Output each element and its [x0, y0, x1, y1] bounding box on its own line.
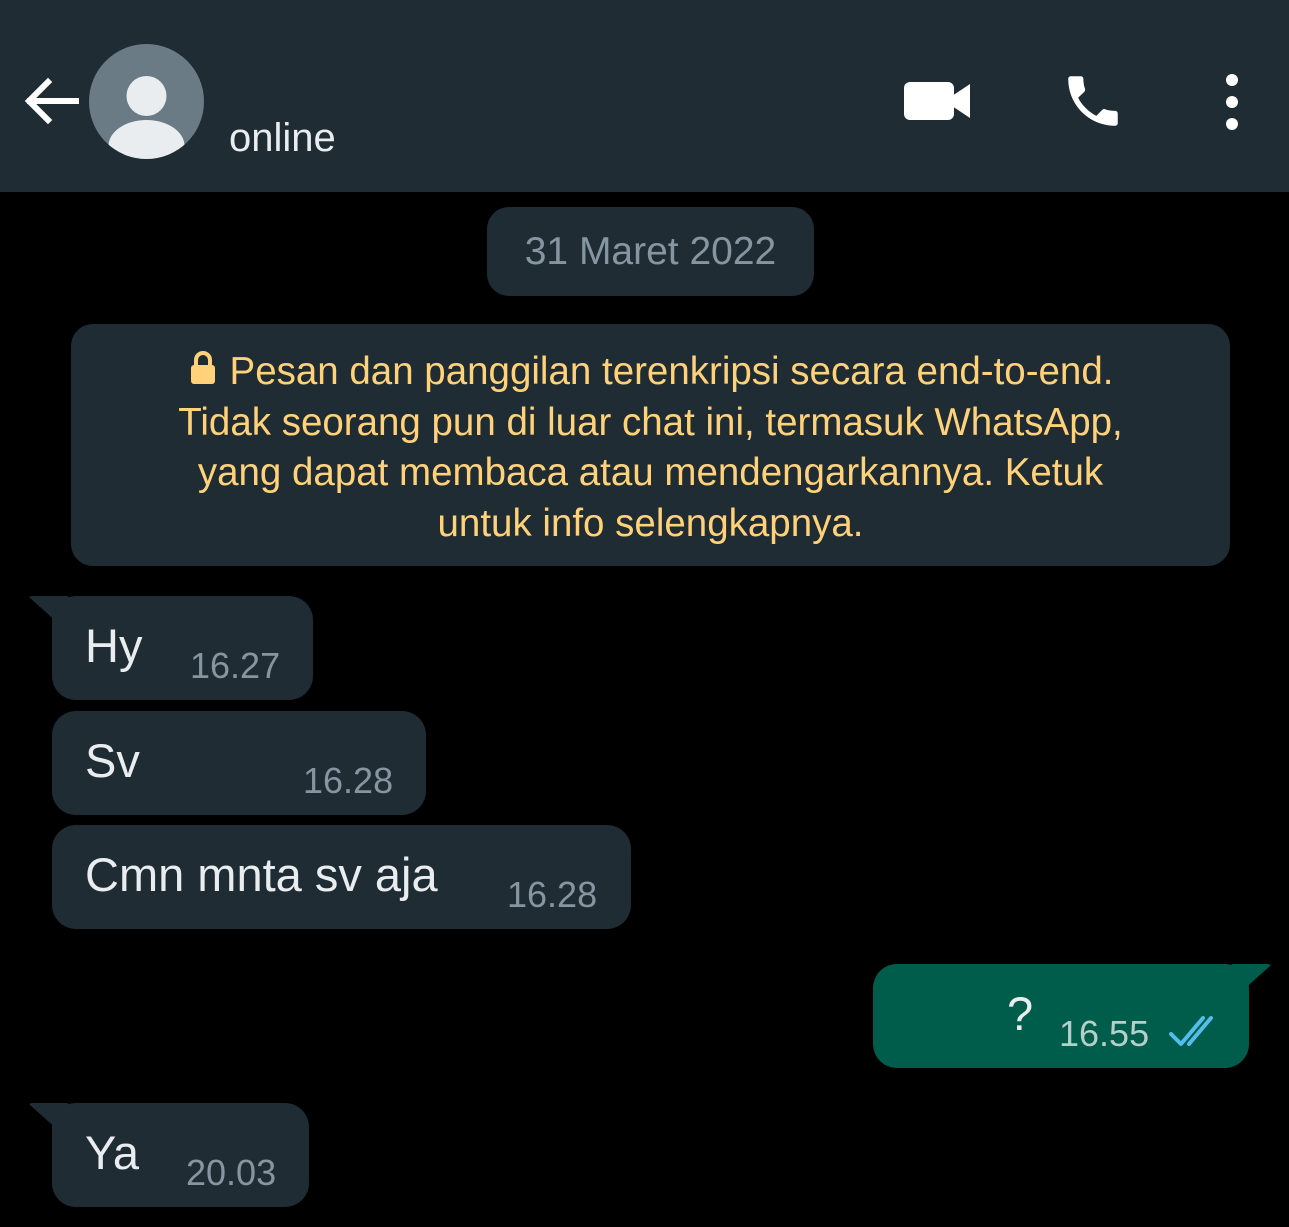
chat-header: online	[0, 0, 1289, 192]
message-bubble-incoming[interactable]: Sv 16.28	[52, 711, 426, 815]
encryption-notice-line: yang dapat membaca atau mendengarkannya.…	[197, 451, 1104, 494]
chat-screen: online 31 Maret 2022 Pesan dan panggilan…	[0, 0, 1289, 1227]
encryption-notice[interactable]: Pesan dan panggilan terenkripsi secara e…	[71, 324, 1230, 566]
message-text: ?	[1007, 987, 1034, 1040]
contact-status[interactable]: online	[229, 114, 336, 162]
message-bubble-incoming[interactable]: Cmn mnta sv aja 16.28	[52, 825, 631, 929]
message-time: 16.27	[190, 645, 281, 686]
phone-icon	[1068, 76, 1118, 126]
double-check-icon	[1169, 1016, 1213, 1046]
message-text: Cmn mnta sv aja	[85, 848, 438, 901]
video-camera-icon	[904, 82, 970, 120]
lock-icon	[190, 351, 215, 384]
message-time: 16.28	[507, 874, 598, 915]
date-chip: 31 Maret 2022	[487, 207, 814, 296]
voice-call-button[interactable]	[1058, 68, 1128, 134]
encryption-notice-line: Pesan dan panggilan terenkripsi secara e…	[111, 347, 1190, 398]
more-options-button[interactable]	[1208, 70, 1256, 134]
message-text: Sv	[85, 734, 140, 787]
back-button[interactable]	[18, 68, 84, 134]
encryption-notice-line: untuk info selengkapnya.	[437, 501, 864, 545]
encryption-notice-line: Tidak seorang pun di luar chat ini, term…	[178, 400, 1123, 444]
message-text: Ya	[85, 1126, 139, 1179]
message-bubble-incoming[interactable]: Ya 20.03	[52, 1103, 309, 1207]
message-time: 16.55	[1059, 1013, 1150, 1054]
video-call-button[interactable]	[896, 70, 976, 130]
more-vertical-icon	[1226, 74, 1238, 130]
message-time: 20.03	[186, 1152, 277, 1193]
avatar[interactable]	[89, 44, 204, 159]
message-time: 16.28	[303, 760, 394, 801]
encryption-notice-text: Pesan dan panggilan terenkripsi secara e…	[229, 350, 1114, 393]
message-bubble-outgoing[interactable]: ? 16.55	[873, 964, 1249, 1068]
message-bubble-incoming[interactable]: Hy 16.27	[52, 596, 313, 700]
arrow-left-icon	[24, 77, 79, 125]
message-text: Hy	[85, 619, 143, 672]
default-avatar-icon	[108, 76, 185, 159]
